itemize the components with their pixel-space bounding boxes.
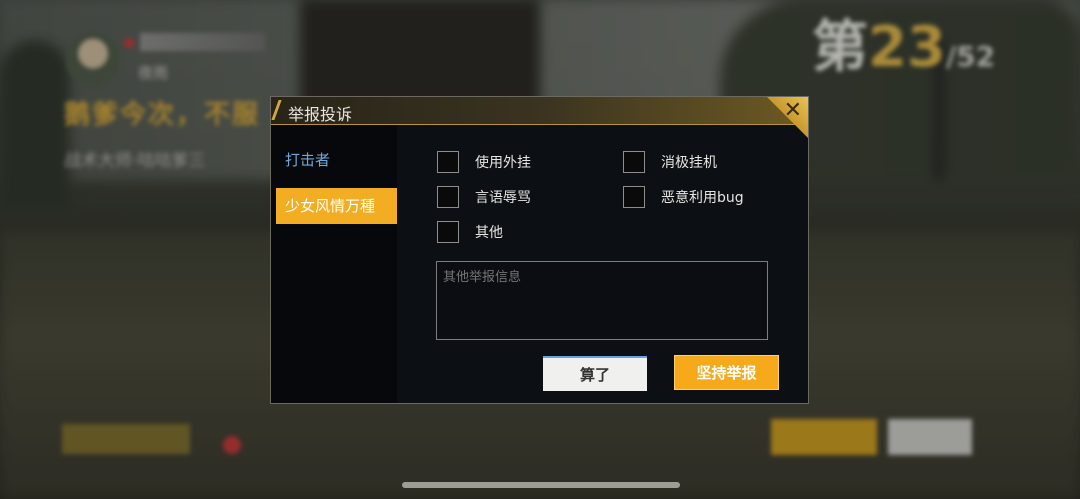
checkbox[interactable] — [623, 186, 645, 208]
report-details-input[interactable] — [436, 261, 768, 340]
option-cheating[interactable]: 使用外挂 — [437, 151, 531, 173]
report-target-sidebar: 打击者 少女风情万種 — [271, 125, 397, 403]
report-options: 使用外挂 消极挂机 言语辱骂 恶意利用bug 其他 算了 坚持举报 — [397, 125, 808, 403]
checkbox[interactable] — [623, 151, 645, 173]
home-indicator[interactable] — [402, 482, 680, 488]
title-accent — [271, 100, 282, 120]
option-label: 恶意利用bug — [661, 190, 744, 206]
cancel-button[interactable]: 算了 — [543, 356, 647, 391]
sidebar-item-selected-player[interactable]: 少女风情万種 — [276, 188, 397, 224]
close-icon: ✕ — [783, 98, 802, 123]
option-afk[interactable]: 消极挂机 — [623, 151, 717, 173]
option-label: 言语辱骂 — [475, 190, 531, 206]
option-label: 消极挂机 — [661, 155, 717, 171]
option-label: 其他 — [475, 225, 503, 241]
option-label: 使用外挂 — [475, 155, 531, 171]
checkbox[interactable] — [437, 221, 459, 243]
checkbox[interactable] — [437, 186, 459, 208]
dialog-title: 举报投诉 — [288, 105, 353, 124]
option-bug-abuse[interactable]: 恶意利用bug — [623, 186, 744, 208]
report-dialog: 举报投诉 ✕ 打击者 少女风情万種 使用外挂 消极挂机 言语辱骂 恶意利用bug… — [270, 96, 809, 404]
option-verbal-abuse[interactable]: 言语辱骂 — [437, 186, 531, 208]
option-other[interactable]: 其他 — [437, 221, 503, 243]
dialog-titlebar: 举报投诉 — [271, 97, 808, 125]
checkbox[interactable] — [437, 151, 459, 173]
submit-report-button[interactable]: 坚持举报 — [674, 355, 779, 390]
sidebar-item-attacker[interactable]: 打击者 — [276, 145, 397, 175]
